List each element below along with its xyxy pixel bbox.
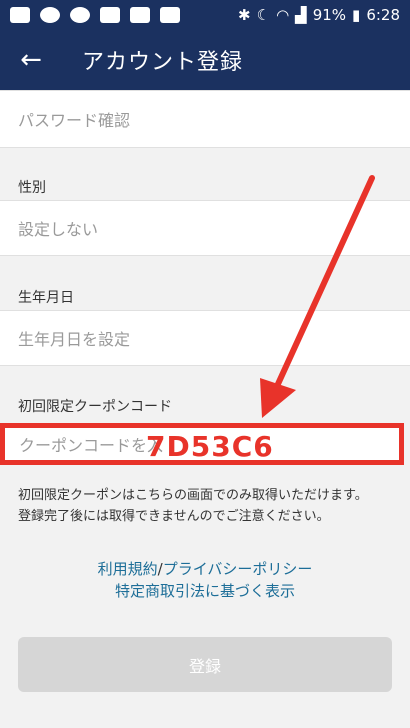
- register-button[interactable]: 登録: [18, 637, 392, 692]
- arrow-head: [260, 378, 296, 418]
- arrow-shaft: [275, 175, 375, 387]
- coupon-note-1: 初回限定クーポンはこちらの画面でのみ取得いただけます。: [18, 488, 368, 503]
- coupon-note-2: 登録完了後には取得できませんのでご注意ください。: [18, 509, 330, 524]
- policy-links: 利用規約/プライバシーポリシー: [0, 558, 410, 579]
- red-arrow-annotation: [260, 175, 375, 418]
- terms-link[interactable]: 利用規約: [98, 560, 158, 578]
- privacy-policy-link[interactable]: プライバシーポリシー: [163, 560, 313, 578]
- commerce-law-link[interactable]: 特定商取引法に基づく表示: [0, 580, 410, 601]
